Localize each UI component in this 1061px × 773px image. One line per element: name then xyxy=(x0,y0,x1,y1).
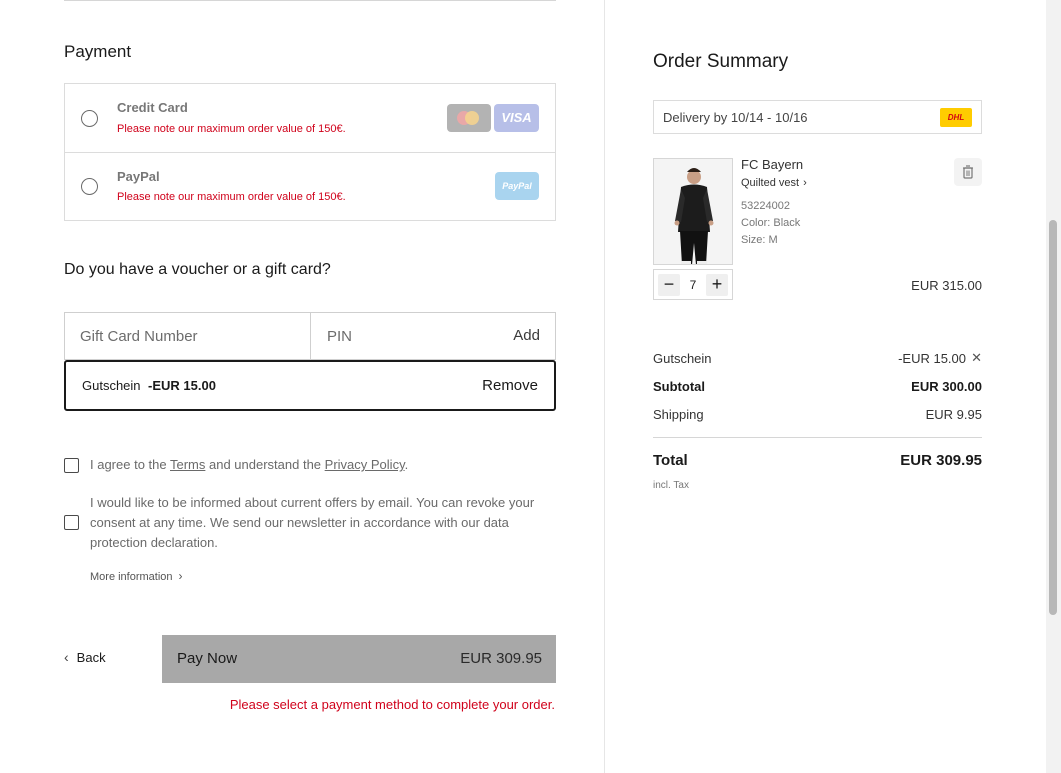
payment-option-title: PayPal xyxy=(117,169,160,184)
total-value: EUR 309.95 xyxy=(900,452,982,469)
payment-option-note: Please note our maximum order value of 1… xyxy=(117,191,346,203)
more-information-link[interactable]: More information › xyxy=(90,569,183,583)
summary-shipping-row: Shipping EUR 9.95 xyxy=(653,407,982,422)
payment-option-title: Credit Card xyxy=(117,100,188,115)
summary-total-row: Total EUR 309.95 xyxy=(653,452,982,469)
newsletter-checkbox[interactable] xyxy=(64,515,79,530)
applied-voucher-code: Gutschein xyxy=(82,378,141,393)
payment-heading: Payment xyxy=(64,42,132,61)
delivery-text: Delivery by 10/14 - 10/16 xyxy=(663,110,808,125)
chevron-right-icon: › xyxy=(803,177,807,189)
total-label: Total xyxy=(653,452,688,469)
terms-consent-text: I agree to the Terms and understand the … xyxy=(90,457,409,472)
subtotal-label: Subtotal xyxy=(653,379,705,394)
add-voucher-button[interactable]: Add xyxy=(513,327,540,344)
quantity-stepper: − 7 + xyxy=(653,269,733,300)
gift-card-placeholder: Gift Card Number xyxy=(80,328,198,345)
summary-voucher-label: Gutschein xyxy=(653,351,712,366)
chevron-right-icon: › xyxy=(178,569,183,583)
pay-now-button[interactable]: Pay Now EUR 309.95 xyxy=(162,635,556,683)
product-color: Color: Black xyxy=(741,217,801,229)
payment-error-message: Please select a payment method to comple… xyxy=(229,697,555,712)
terms-link[interactable]: Terms xyxy=(170,457,205,472)
newsletter-consent-text: I would like to be informed about curren… xyxy=(90,495,535,550)
remove-voucher-x-icon[interactable]: ✕ xyxy=(971,350,982,366)
quantity-value[interactable]: 7 xyxy=(687,278,699,292)
privacy-policy-link[interactable]: Privacy Policy xyxy=(325,457,405,472)
shipping-value: EUR 9.95 xyxy=(925,407,982,422)
chevron-left-icon: ‹ xyxy=(64,649,69,665)
summary-divider xyxy=(653,437,982,438)
shipping-label: Shipping xyxy=(653,407,704,422)
voucher-form: Gift Card Number PIN Add xyxy=(64,312,556,360)
payment-methods: Credit Card Please note our maximum orde… xyxy=(64,83,556,221)
paypal-radio[interactable] xyxy=(81,178,98,195)
order-summary-heading: Order Summary xyxy=(653,51,789,72)
applied-voucher-amount: -EUR 15.00 xyxy=(148,378,216,393)
remove-item-button[interactable] xyxy=(954,158,982,186)
pin-placeholder: PIN xyxy=(327,328,353,345)
product-sku: 53224002 xyxy=(741,200,790,212)
back-button[interactable]: ‹ Back xyxy=(64,649,106,665)
delivery-estimate: Delivery by 10/14 - 10/16 DHL xyxy=(653,100,982,134)
gift-card-number-input[interactable]: Gift Card Number xyxy=(65,313,311,359)
subtotal-value: EUR 300.00 xyxy=(911,379,982,394)
pay-now-price: EUR 309.95 xyxy=(460,650,542,667)
product-image[interactable] xyxy=(653,158,733,265)
summary-subtotal-row: Subtotal EUR 300.00 xyxy=(653,379,982,394)
summary-voucher-value: -EUR 15.00 xyxy=(898,351,966,366)
payment-option-credit-card[interactable]: Credit Card Please note our maximum orde… xyxy=(65,84,555,152)
section-divider xyxy=(64,0,556,1)
tax-note: incl. Tax xyxy=(653,480,689,491)
product-brand: FC Bayern xyxy=(741,157,804,172)
product-photo-icon xyxy=(654,159,732,264)
checkout-left-panel: Payment Credit Card Please note our maxi… xyxy=(0,0,604,773)
product-name-link[interactable]: Quilted vest › xyxy=(741,177,807,189)
dhl-logo-icon: DHL xyxy=(940,108,972,127)
mastercard-icon xyxy=(447,104,491,132)
trash-icon xyxy=(963,165,973,179)
applied-voucher: Gutschein -EUR 15.00 Remove xyxy=(64,360,556,411)
scrollbar-thumb[interactable] xyxy=(1049,220,1057,615)
visa-icon: VISA xyxy=(494,104,539,132)
payment-option-paypal[interactable]: PayPal Please note our maximum order val… xyxy=(65,152,555,220)
credit-card-radio[interactable] xyxy=(81,110,98,127)
line-item-price: EUR 315.00 xyxy=(911,278,982,293)
voucher-heading: Do you have a voucher or a gift card? xyxy=(64,261,331,278)
remove-voucher-button[interactable]: Remove xyxy=(482,377,538,394)
decrease-quantity-button[interactable]: − xyxy=(658,274,680,296)
pay-now-label: Pay Now xyxy=(177,650,238,667)
increase-quantity-button[interactable]: + xyxy=(706,274,728,296)
payment-option-note: Please note our maximum order value of 1… xyxy=(117,123,346,135)
product-size: Size: M xyxy=(741,234,778,246)
terms-checkbox[interactable] xyxy=(64,458,79,473)
order-summary-panel: Order Summary Delivery by 10/14 - 10/16 … xyxy=(605,0,1045,773)
paypal-icon: PayPal xyxy=(495,172,539,200)
